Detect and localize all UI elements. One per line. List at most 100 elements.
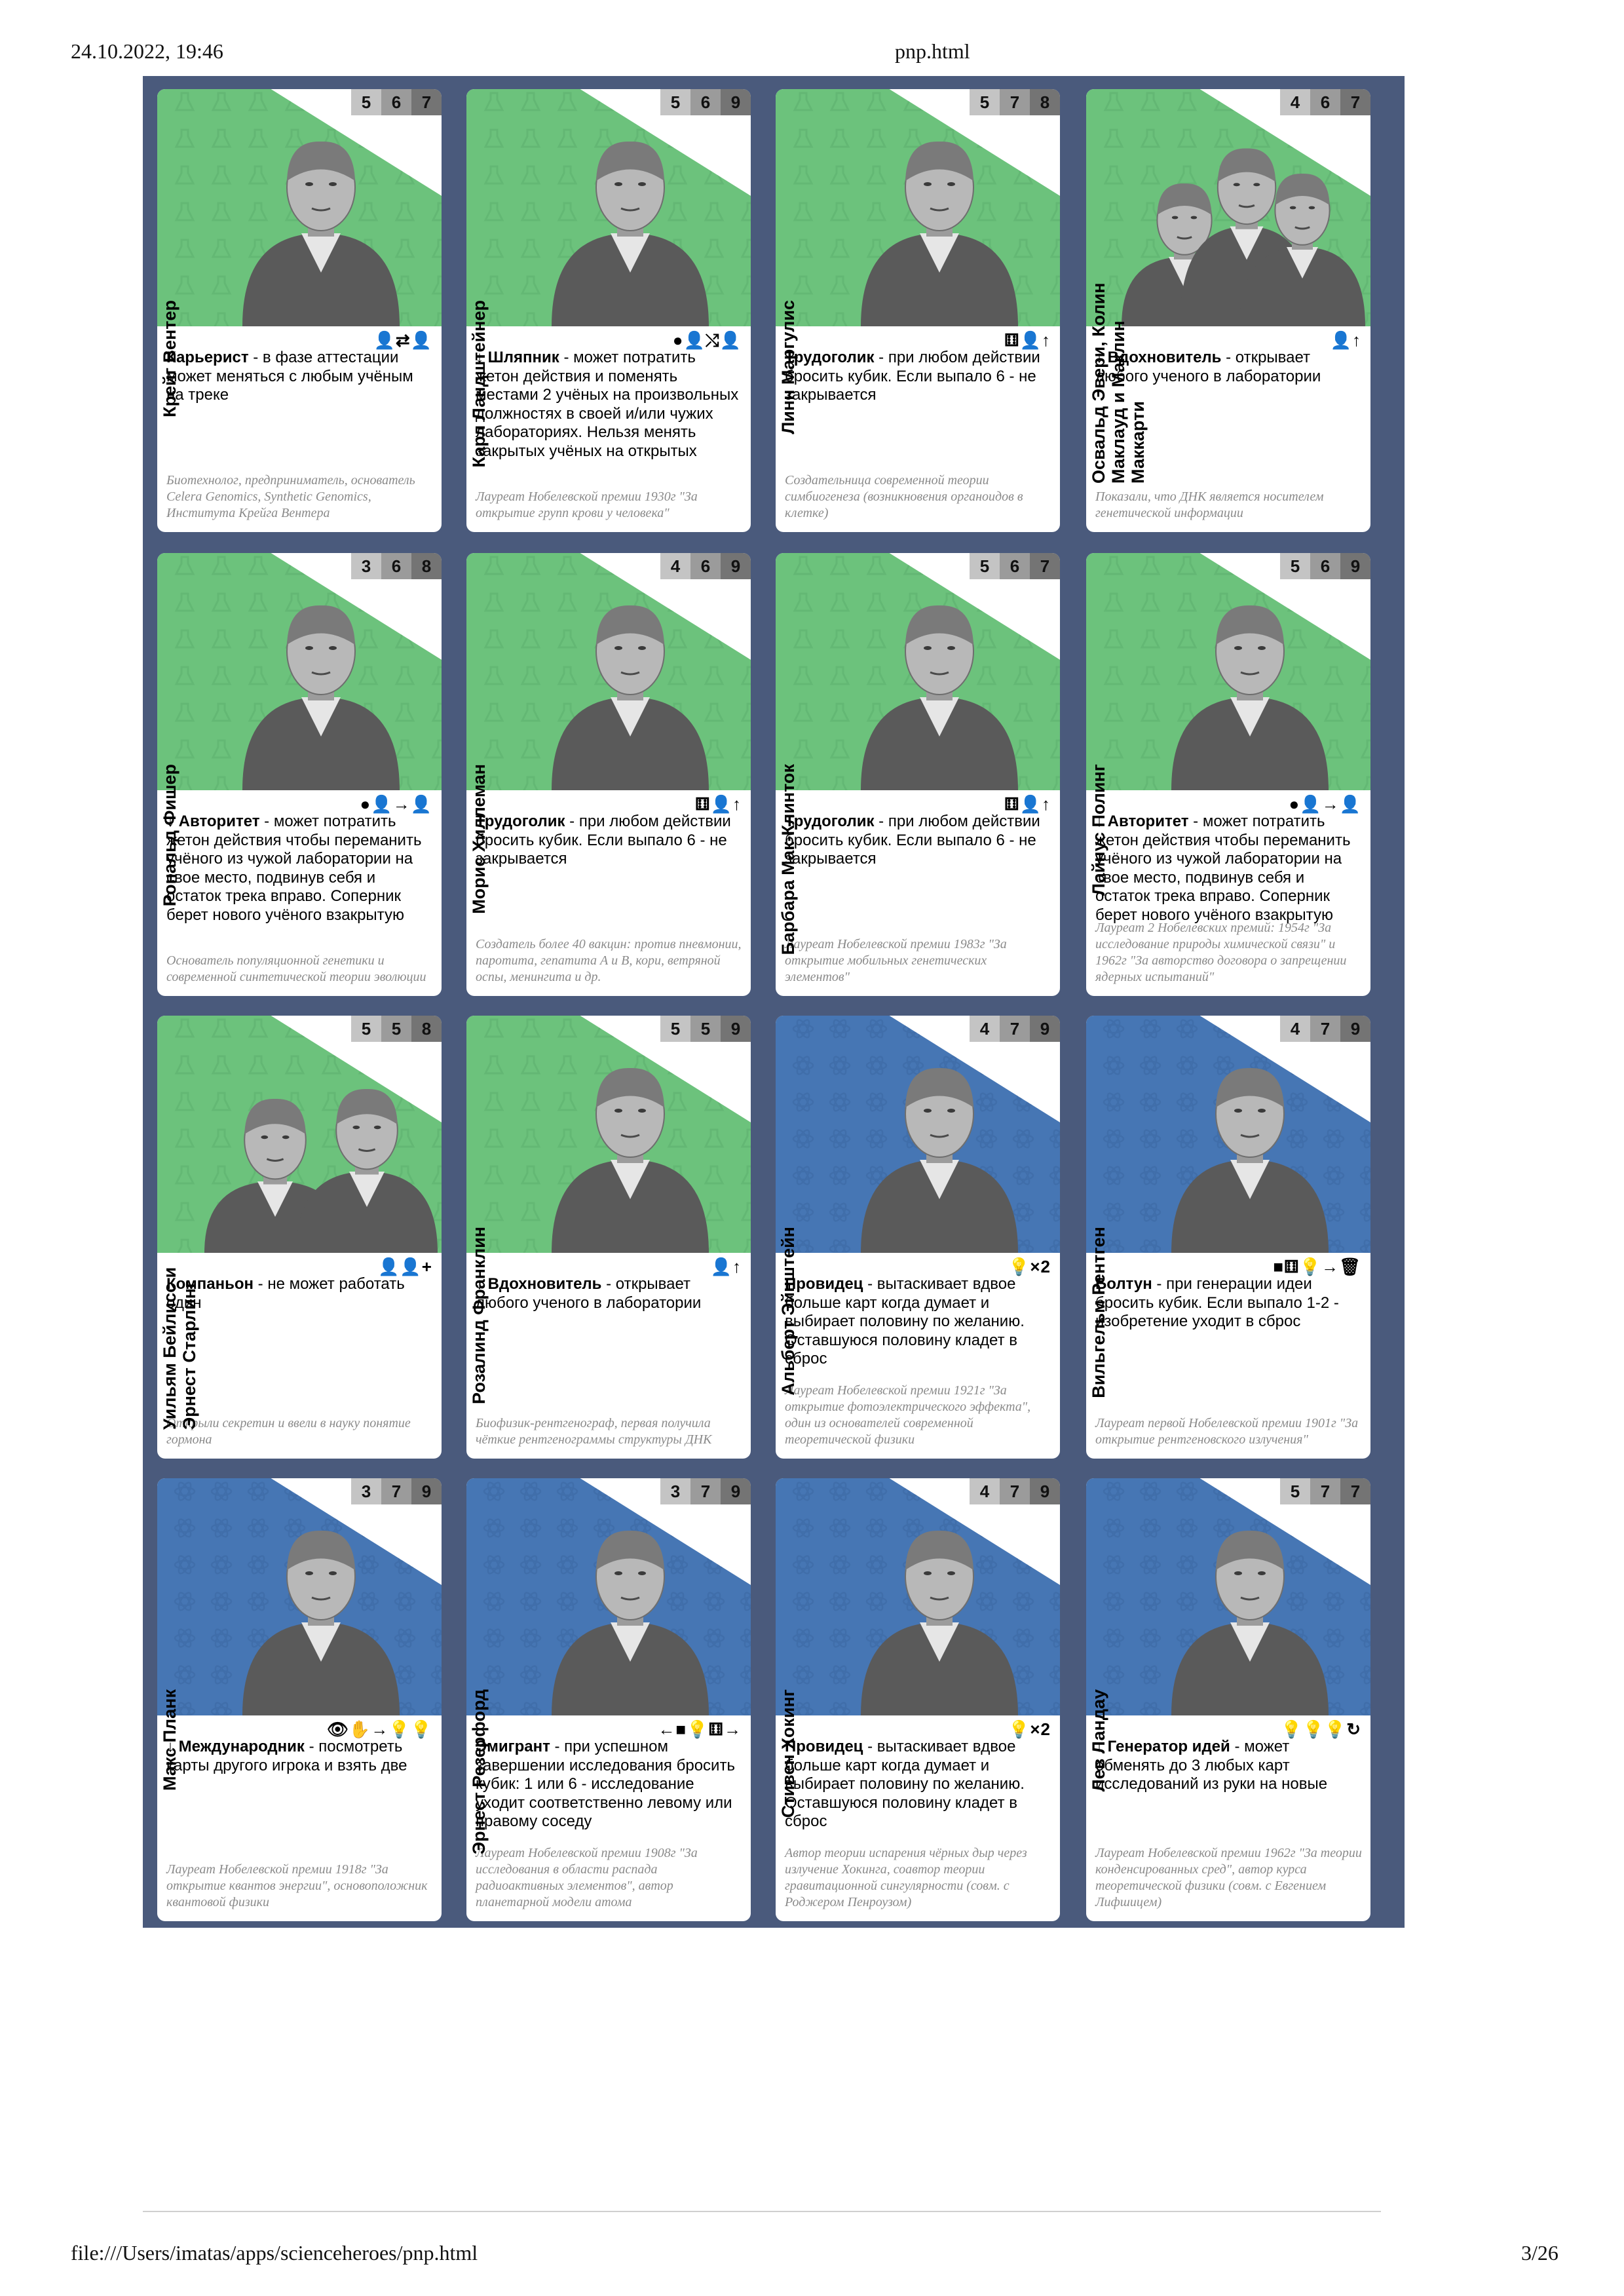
hero-card[interactable]: 5 7 7 Лев Ландау 💡💡💡↻ ↓ Генератор идей - може… — [1086, 1478, 1370, 1921]
card-illustration: 5 6 7 Крейг Вентер — [157, 89, 442, 417]
hero-card[interactable]: 4 6 7 Освальд Эвери, Колин Маклауд и Маклин… — [1086, 89, 1370, 532]
card-illustration: 4 6 7 Освальд Эвери, Колин Маклауд и Маклин… — [1086, 89, 1370, 484]
cost-values: 379 — [660, 1478, 751, 1504]
hero-card[interactable]: 4 6 9 Морис Хиллеман ⚅👤↑ Трудоголик - при люб… — [466, 553, 751, 996]
arrow-down-icon: ↓ — [1095, 349, 1108, 366]
cost-value: 5 — [351, 89, 381, 115]
scientist-caption: Лауреат 2 Нобелевских премий: 1954г "За … — [1095, 921, 1347, 984]
hero-card[interactable]: 5 5 9 Розалинд Франклин 👤↑ ↓ Вдохновитель - о… — [466, 1016, 751, 1459]
portrait-photo — [204, 1088, 438, 1253]
cost-value: 9 — [721, 1016, 751, 1042]
footer-divider — [143, 2211, 1381, 2212]
ability-title: Болтун — [1095, 1275, 1152, 1293]
ability-title: Шляпник — [487, 349, 559, 366]
arrow-down-icon: ↓ — [166, 813, 179, 830]
hero-card[interactable]: 5 7 8 Линн Маргулис ⚅👤↑ Трудоголик - при любо… — [776, 89, 1060, 532]
hero-card[interactable]: 5 6 7 Барбара Мак-Клинток ⚅👤↑ Трудоголик - пр… — [776, 553, 1060, 996]
ability-description: Трудоголик - при любом действии бросить … — [476, 813, 742, 869]
print-datetime: 24.10.2022, 19:46 — [71, 39, 223, 63]
cost-value: 6 — [1310, 89, 1340, 115]
ability-icons: 💡×2 — [1008, 1719, 1051, 1739]
hero-card[interactable]: 3 7 9 Макс Планк 👁✋→💡💡 ↓ Международник - посм… — [157, 1478, 442, 1921]
cost-value: 5 — [690, 1016, 721, 1042]
portrait-photo — [242, 605, 400, 790]
hero-card[interactable]: 5 6 7 Крейг Вентер 👤⇄👤 Карьерист - в фазе атт… — [157, 89, 442, 532]
cost-value: 5 — [970, 553, 1000, 579]
ability-title: Международник — [178, 1738, 305, 1755]
card-illustration: 5 5 9 Розалинд Франклин — [466, 1016, 751, 1404]
hero-card[interactable]: 5 6 9 Карл Ландштейнер ●👤⤭👤 ↓ Шляпник - может… — [466, 89, 751, 532]
cost-values: 558 — [351, 1016, 442, 1042]
ability-description: Провидец - вытаскивает вдвое больше карт… — [785, 1738, 1051, 1831]
card-illustration: 5 6 9 Лайнус Полинг — [1086, 553, 1370, 896]
ability-description: Карьерист - в фазе аттестации может меня… — [166, 349, 432, 405]
cost-values: 567 — [351, 89, 442, 115]
scientist-caption: Биотехнолог, предприниматель, основатель… — [166, 473, 415, 520]
arrow-down-icon: ↓ — [1095, 1738, 1108, 1755]
ability-description: Компаньон - не может работать один — [166, 1275, 432, 1312]
scientist-caption: Лауреат первой Нобелевской премии 1901г … — [1095, 1416, 1359, 1447]
card-illustration: 5 6 9 Карл Ландштейнер — [466, 89, 751, 468]
hero-card[interactable]: 4 7 9 Вильгельм Рентген ■⚅💡→🗑 Болтун - при ге… — [1086, 1016, 1370, 1459]
ability-title: Карьерист — [166, 349, 249, 366]
cost-value: 7 — [690, 1478, 721, 1504]
ability-title: Компаньон — [166, 1275, 254, 1293]
ability-description: Трудоголик - при любом действии бросить … — [785, 349, 1051, 405]
ability-icons: ←■💡⚅→ — [658, 1719, 742, 1739]
ability-title: Авторитет — [178, 813, 260, 830]
cost-value: 3 — [660, 1478, 690, 1504]
cost-value: 7 — [1000, 89, 1030, 115]
arrow-down-icon: ↓ — [1095, 813, 1108, 830]
portrait-photo — [552, 1530, 709, 1715]
ability-icons: 👤👤+ — [378, 1257, 432, 1276]
hero-card[interactable]: 3 7 9 Эрнест Резерфорд ←■💡⚅→ Эмигрант - при у… — [466, 1478, 751, 1921]
cost-value: 4 — [1280, 1016, 1310, 1042]
portrait-photo — [861, 1530, 1018, 1715]
ability-title: Генератор идей — [1107, 1738, 1230, 1755]
portrait-photo — [1171, 605, 1329, 790]
ability-icons: ■⚅💡→🗑 — [1273, 1257, 1361, 1276]
ability-icons: ⚅👤↑ — [695, 794, 742, 814]
cost-value: 5 — [381, 1016, 411, 1042]
scientist-caption: Лауреат Нобелевской премии 1921г "За отк… — [785, 1383, 1031, 1447]
card-illustration: 4 7 9 Стивен Хокинг — [776, 1478, 1060, 1818]
ability-icons: 👁✋→💡💡 — [326, 1719, 432, 1739]
card-illustration: 5 5 8 Уильям Бейлисс и Эрнест Старлинг — [157, 1016, 442, 1430]
cost-value: 7 — [411, 89, 442, 115]
portrait-photo — [861, 141, 1018, 326]
arrow-down-icon: ↓ — [476, 349, 488, 366]
hero-card[interactable]: 4 7 9 Стивен Хокинг 💡×2 Провидец - вытаскивае… — [776, 1478, 1060, 1921]
cost-value: 5 — [660, 89, 690, 115]
card-sheet: 5 6 7 Крейг Вентер 👤⇄👤 Карьерист - в фазе атт… — [143, 76, 1405, 1928]
cost-values: 368 — [351, 553, 442, 579]
cost-value: 6 — [690, 553, 721, 579]
cost-value: 3 — [351, 553, 381, 579]
cost-values: 479 — [1280, 1016, 1370, 1042]
scientist-caption: Открыли секретин и ввели в науку понятие… — [166, 1416, 411, 1447]
cost-value: 5 — [351, 1016, 381, 1042]
portrait-photo — [861, 605, 1018, 790]
cost-values: 379 — [351, 1478, 442, 1504]
ability-icons: 👤↑ — [710, 1257, 742, 1276]
cost-value: 9 — [1340, 553, 1370, 579]
ability-description: ↓ Авторитет - может потратить жетон дейс… — [166, 813, 432, 925]
cost-values: 479 — [970, 1016, 1060, 1042]
portrait-photo — [861, 1067, 1018, 1253]
cost-value: 7 — [1310, 1016, 1340, 1042]
ability-title: Трудоголик — [785, 813, 875, 830]
hero-card[interactable]: 3 6 8 Рональд Фишер ●👤→👤 ↓ Авторитет - может … — [157, 553, 442, 996]
print-title: pnp.html — [895, 39, 970, 63]
cost-value: 5 — [660, 1016, 690, 1042]
ability-description: ↓ Международник - посмотреть карты друго… — [166, 1738, 432, 1775]
hero-card[interactable]: 5 6 9 Лайнус Полинг ●👤→👤 ↓ Авторитет - может … — [1086, 553, 1370, 996]
scientist-caption: Лауреат Нобелевской премии 1930г "За отк… — [476, 489, 698, 520]
card-illustration: 5 7 7 Лев Ландау — [1086, 1478, 1370, 1791]
arrow-down-icon: ↓ — [476, 1275, 488, 1293]
hero-card[interactable]: 5 5 8 Уильям Бейлисс и Эрнест Старлинг 👤👤+ Ко… — [157, 1016, 442, 1459]
scientist-caption: Основатель популяционной генетики и совр… — [166, 953, 426, 984]
scientist-caption: Лауреат Нобелевской премии 1983г "За отк… — [785, 937, 1007, 984]
card-illustration: 5 6 7 Барбара Мак-Клинток — [776, 553, 1060, 955]
scientist-caption: Лауреат Нобелевской премии 1918г "За отк… — [166, 1862, 428, 1909]
ability-description: ↓ Шляпник - может потратить жетон действ… — [476, 349, 742, 461]
hero-card[interactable]: 4 7 9 Альберт Эйнштейн 💡×2 Провидец - вытаски… — [776, 1016, 1060, 1459]
